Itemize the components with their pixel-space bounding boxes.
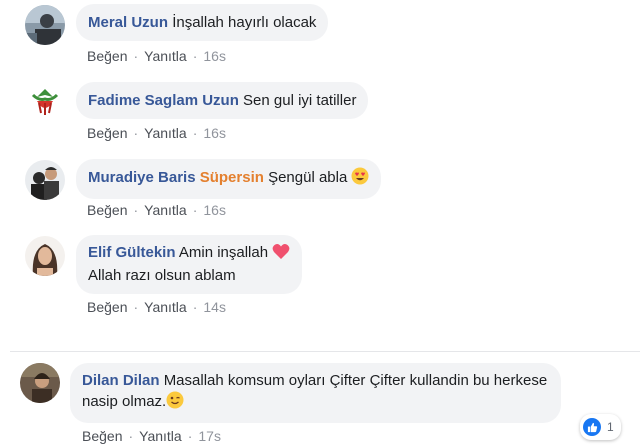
- reaction-count-badge[interactable]: 1: [580, 414, 621, 440]
- comment-author-suffix[interactable]: Süpersin: [200, 169, 264, 186]
- comment-actions: Beğen · Yanıtla · 17s: [82, 428, 221, 444]
- heart-icon: [272, 243, 290, 266]
- avatar[interactable]: [25, 83, 65, 123]
- comment-text: Amin inşallah: [178, 244, 269, 261]
- comment-timestamp[interactable]: 16s: [203, 202, 226, 218]
- comment-bubble: Meral Uzun İnşallah hayırlı olacak: [76, 4, 329, 41]
- avatar[interactable]: [25, 236, 65, 276]
- comment-text: İnşallah hayırlı olacak: [172, 14, 317, 31]
- avatar[interactable]: [20, 363, 60, 403]
- comment-text: Masallah komsum oyları Çifter Çifter kul…: [163, 372, 548, 389]
- wink-icon: [166, 391, 184, 415]
- reply-button[interactable]: Yanıtla: [139, 428, 182, 444]
- comment-bubble: Dilan Dilan Masallah komsum oyları Çifte…: [70, 363, 562, 423]
- reply-button[interactable]: Yanıtla: [144, 299, 187, 315]
- reply-button[interactable]: Yanıtla: [144, 202, 187, 218]
- comment-actions: Beğen · Yanıtla · 16s: [87, 48, 226, 64]
- reaction-count: 1: [607, 420, 614, 434]
- comment-author[interactable]: Elif Gültekin: [88, 244, 176, 261]
- comment-author[interactable]: Fadime Saglam Uzun: [88, 92, 239, 109]
- heart-eyes-icon: [351, 167, 369, 191]
- comment-bubble: Elif Gültekin Amin inşallah Allah razı o…: [76, 235, 303, 294]
- divider: [10, 351, 640, 352]
- like-button[interactable]: Beğen: [82, 428, 122, 444]
- comment-timestamp[interactable]: 14s: [203, 299, 226, 315]
- like-reaction-icon: [583, 418, 601, 436]
- like-button[interactable]: Beğen: [87, 202, 127, 218]
- comment-text-line2: Allah razı olsun ablam: [88, 267, 236, 284]
- comment-thread: Meral Uzun İnşallah hayırlı olacak Beğen…: [0, 0, 640, 445]
- comment-bubble: Fadime Saglam Uzun Sen gul iyi tatiller: [76, 82, 369, 119]
- avatar[interactable]: [25, 5, 65, 45]
- comment-actions: Beğen · Yanıtla · 16s: [87, 125, 226, 141]
- like-button[interactable]: Beğen: [87, 48, 127, 64]
- reply-button[interactable]: Yanıtla: [144, 125, 187, 141]
- comment-text: Sen gul iyi tatiller: [243, 92, 357, 109]
- reply-button[interactable]: Yanıtla: [144, 48, 187, 64]
- like-button[interactable]: Beğen: [87, 299, 127, 315]
- comment-actions: Beğen · Yanıtla · 14s: [87, 299, 226, 315]
- comment-author[interactable]: Meral Uzun: [88, 14, 168, 31]
- comment-author[interactable]: Muradiye Baris: [88, 169, 196, 186]
- like-button[interactable]: Beğen: [87, 125, 127, 141]
- comment-timestamp[interactable]: 17s: [198, 428, 221, 444]
- avatar[interactable]: [25, 160, 65, 200]
- comment-text: Şengül abla: [268, 169, 348, 186]
- comment-text-line2: nasip olmaz.: [82, 393, 167, 410]
- comment-timestamp[interactable]: 16s: [203, 125, 226, 141]
- comment-actions: Beğen · Yanıtla · 16s: [87, 202, 226, 218]
- comment-author[interactable]: Dilan Dilan: [82, 372, 160, 389]
- comment-timestamp[interactable]: 16s: [203, 48, 226, 64]
- comment-bubble: Muradiye Baris Süpersin Şengül abla: [76, 159, 382, 199]
